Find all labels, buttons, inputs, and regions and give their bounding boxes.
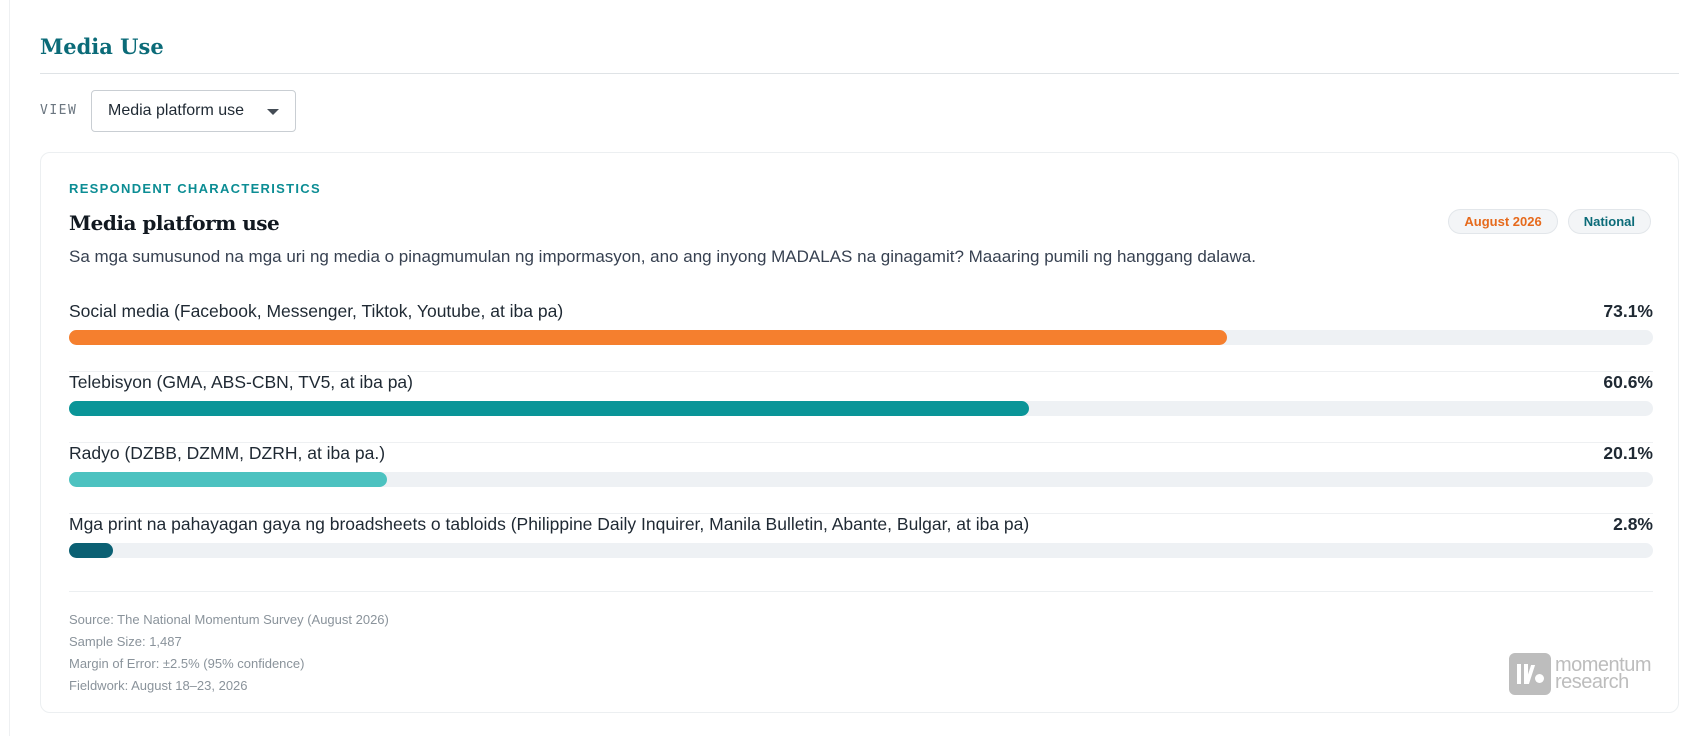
footer-divider [69, 591, 1653, 592]
margin-of-error-note: Margin of Error: ±2.5% (95% confidence) [69, 656, 305, 671]
bar-row: Social media (Facebook, Messenger, Tikto… [69, 301, 1653, 372]
bar [69, 330, 1227, 345]
caret-down-icon [267, 109, 279, 115]
bar [69, 472, 388, 487]
logo-mark-icon [1508, 653, 1551, 695]
bar-label: Mga print na pahayagan gaya ng broadshee… [69, 514, 1030, 534]
survey-question: Sa mga sumusunod na mga uri ng media o p… [69, 247, 1256, 266]
bar-label: Social media (Facebook, Messenger, Tikto… [69, 301, 564, 321]
logo-wordmark: momentum research [1554, 655, 1652, 693]
logo-line-2: research [1554, 671, 1629, 693]
source-note: Source: The National Momentum Survey (Au… [69, 612, 389, 627]
bar [69, 401, 1029, 416]
momentum-research-logo: momentum research [1508, 653, 1652, 695]
view-dropdown-value: Media platform use [108, 102, 245, 119]
footnotes: Source: The National Momentum Survey (Au… [69, 609, 389, 697]
bar-label: Telebisyon (GMA, ABS-CBN, TV5, at iba pa… [69, 372, 413, 392]
page-left-rule [9, 0, 10, 736]
card-eyebrow: RESPONDENT CHARACTERISTICS [69, 181, 321, 196]
bar-track [69, 401, 1653, 416]
bar-value-label: 20.1% [1603, 443, 1653, 463]
chart-title: Media platform use [69, 211, 280, 235]
bar-row: Telebisyon (GMA, ABS-CBN, TV5, at iba pa… [69, 372, 1653, 443]
view-dropdown[interactable]: Media platform use [91, 90, 296, 132]
bar-track [69, 543, 1653, 558]
scope-badge: National [1567, 209, 1651, 234]
bar-label: Radyo (DZBB, DZMM, DZRH, at iba pa.) [69, 443, 386, 463]
bar-track [69, 330, 1653, 345]
bar-list: Social media (Facebook, Messenger, Tikto… [69, 301, 1653, 585]
chart-card: RESPONDENT CHARACTERISTICS Media platfor… [40, 152, 1679, 713]
date-badge: August 2026 [1448, 209, 1558, 234]
bar-row: Mga print na pahayagan gaya ng broadshee… [69, 514, 1653, 585]
view-label: VIEW [40, 103, 78, 118]
bar-track [69, 472, 1653, 487]
bar [69, 543, 114, 558]
badge-group: August 2026 National [1448, 209, 1651, 234]
fieldwork-note: Fieldwork: August 18–23, 2026 [69, 678, 248, 693]
section-divider [40, 73, 1679, 74]
bar-value-label: 60.6% [1603, 372, 1653, 392]
bar-value-label: 2.8% [1613, 514, 1653, 534]
bar-value-label: 73.1% [1603, 301, 1653, 321]
section-title: Media Use [40, 34, 164, 59]
sample-size-note: Sample Size: 1,487 [69, 634, 182, 649]
bar-row: Radyo (DZBB, DZMM, DZRH, at iba pa.) 20.1… [69, 443, 1653, 514]
